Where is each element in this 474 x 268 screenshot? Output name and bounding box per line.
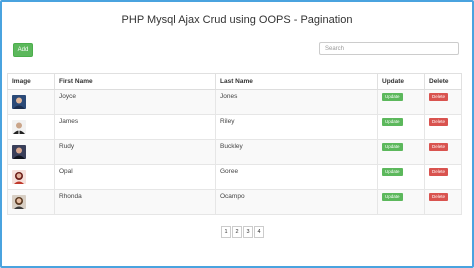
page-link-2[interactable]: 2 xyxy=(232,226,242,238)
header-first-name: First Name xyxy=(54,73,216,90)
delete-button[interactable]: Delete xyxy=(429,168,449,176)
table-row: Rhonda Ocampo Update Delete xyxy=(7,189,462,215)
header-update: Update xyxy=(377,73,425,90)
update-cell: Update xyxy=(377,89,425,115)
page-link-4[interactable]: 4 xyxy=(254,226,264,238)
records-table: Image First Name Last Name Update Delete… xyxy=(7,73,462,215)
delete-cell: Delete xyxy=(424,164,462,190)
user-photo xyxy=(12,95,26,109)
table-row: Rudy Buckley Update Delete xyxy=(7,139,462,165)
page-title: PHP Mysql Ajax Crud using OOPS - Paginat… xyxy=(121,14,353,26)
delete-button[interactable]: Delete xyxy=(429,143,449,151)
delete-button[interactable]: Delete xyxy=(429,118,449,126)
header-delete: Delete xyxy=(424,73,462,90)
update-button[interactable]: Update xyxy=(382,93,403,101)
header-last-name: Last Name xyxy=(215,73,378,90)
update-cell: Update xyxy=(377,114,425,140)
first-name-cell: Joyce xyxy=(54,89,216,115)
update-cell: Update xyxy=(377,189,425,215)
image-cell xyxy=(7,189,55,215)
first-name-cell: Rhonda xyxy=(54,189,216,215)
add-button[interactable]: Add xyxy=(13,43,33,57)
update-cell: Update xyxy=(377,164,425,190)
table-row: Joyce Jones Update Delete xyxy=(7,89,462,115)
image-cell xyxy=(7,139,55,165)
delete-button[interactable]: Delete xyxy=(429,93,449,101)
user-photo xyxy=(12,170,26,184)
delete-cell: Delete xyxy=(424,189,462,215)
last-name-cell: Riley xyxy=(215,114,378,140)
update-button[interactable]: Update xyxy=(382,143,403,151)
table-row: James Riley Update Delete xyxy=(7,114,462,140)
update-button[interactable]: Update xyxy=(382,168,403,176)
update-cell: Update xyxy=(377,139,425,165)
last-name-cell: Ocampo xyxy=(215,189,378,215)
image-cell xyxy=(7,114,55,140)
image-cell xyxy=(7,89,55,115)
delete-button[interactable]: Delete xyxy=(429,193,449,201)
user-photo xyxy=(12,120,26,134)
first-name-cell: Opal xyxy=(54,164,216,190)
last-name-cell: Goree xyxy=(215,164,378,190)
image-cell xyxy=(7,164,55,190)
table-row: Opal Goree Update Delete xyxy=(7,164,462,190)
delete-cell: Delete xyxy=(424,114,462,140)
page-link-3[interactable]: 3 xyxy=(243,226,253,238)
user-photo xyxy=(12,145,26,159)
first-name-cell: James xyxy=(54,114,216,140)
delete-cell: Delete xyxy=(424,89,462,115)
page-link-1[interactable]: 1 xyxy=(221,226,231,238)
delete-cell: Delete xyxy=(424,139,462,165)
table-header-row: Image First Name Last Name Update Delete xyxy=(7,73,462,90)
search-input[interactable]: Search xyxy=(319,42,459,55)
last-name-cell: Jones xyxy=(215,89,378,115)
update-button[interactable]: Update xyxy=(382,118,403,126)
first-name-cell: Rudy xyxy=(54,139,216,165)
update-button[interactable]: Update xyxy=(382,193,403,201)
pagination: 1 2 3 4 xyxy=(221,226,265,238)
header-image: Image xyxy=(7,73,55,90)
user-photo xyxy=(12,195,26,209)
last-name-cell: Buckley xyxy=(215,139,378,165)
